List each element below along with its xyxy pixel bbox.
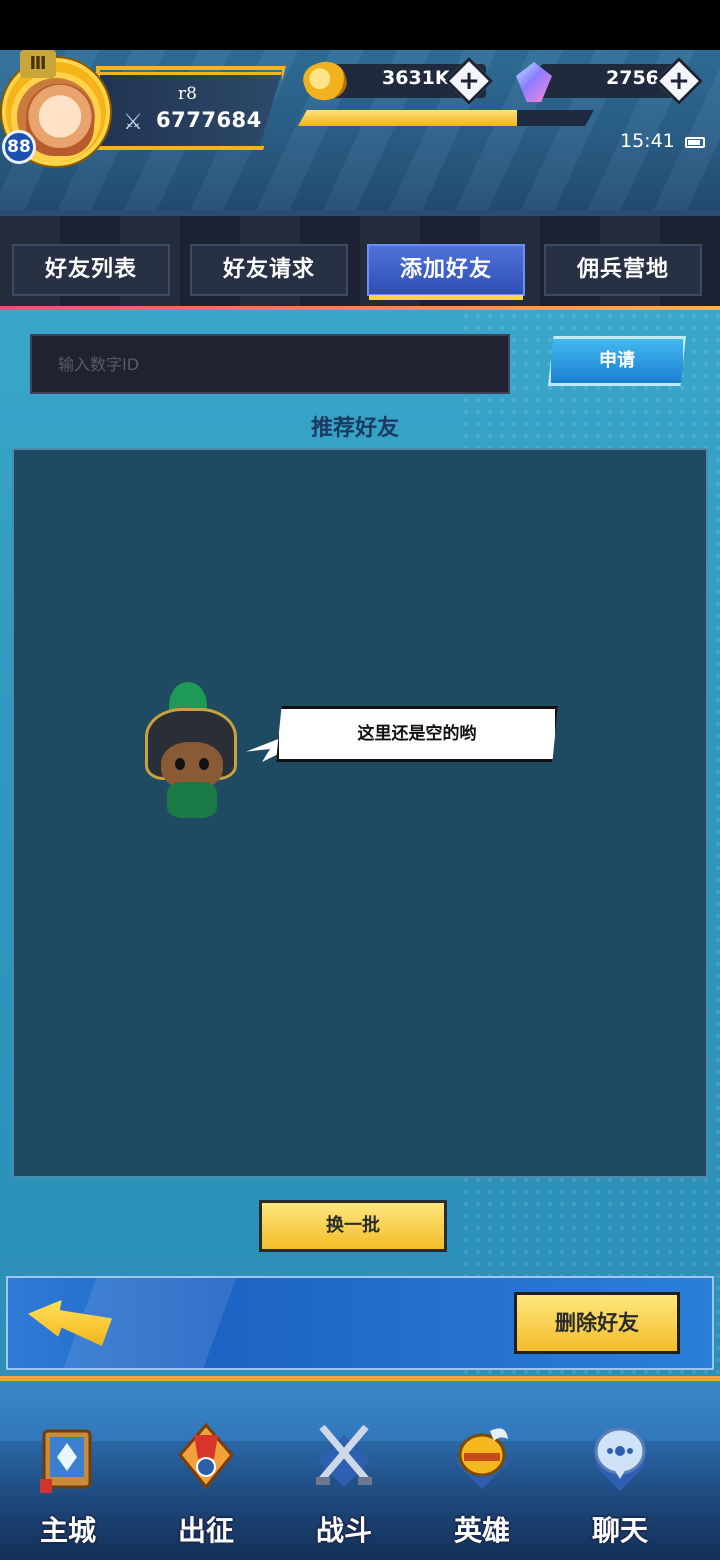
nav-label: 出征	[177, 1514, 234, 1547]
delete-friend-button[interactable]: 删除好友	[514, 1292, 680, 1354]
nav-expedition[interactable]: 出征	[146, 1411, 266, 1560]
crossed-swords-icon	[316, 1424, 372, 1487]
gold-value: 3631K	[382, 67, 450, 89]
hero-helmet-icon	[456, 1428, 508, 1489]
nav-battle[interactable]: 战斗	[284, 1411, 404, 1560]
cat-knight-mascot-icon	[139, 682, 243, 820]
nav-label: 战斗	[315, 1514, 372, 1547]
nav-chat[interactable]: 聊天	[560, 1411, 680, 1560]
gem-value: 2756	[606, 67, 659, 89]
back-button[interactable]	[28, 1292, 112, 1352]
friend-tabs: 好友列表 好友请求 添加好友 佣兵营地	[0, 210, 720, 310]
tab-mercenary-camp[interactable]: 佣兵营地	[544, 244, 702, 296]
nav-label: 聊天	[591, 1514, 648, 1547]
apply-button[interactable]: 申请	[548, 336, 686, 386]
add-friend-panel: 申请 推荐好友 这里还是空的哟 换一批 删除好友	[0, 310, 720, 1376]
ship-icon	[178, 1422, 234, 1490]
battery-icon	[685, 137, 705, 148]
friend-id-input[interactable]	[30, 334, 510, 394]
refresh-recommendations-button[interactable]: 换一批	[259, 1200, 447, 1252]
tab-add-friend[interactable]: 添加好友	[367, 244, 525, 300]
nav-label: 英雄	[453, 1514, 510, 1547]
player-name: r8	[178, 84, 197, 104]
back-arrow-icon	[28, 1300, 112, 1346]
action-strip: 删除好友	[6, 1276, 714, 1370]
bottom-navigation: 主城 出征 战斗 英雄 聊天	[0, 1376, 720, 1560]
experience-bar	[298, 110, 594, 126]
recommended-friends-list: 这里还是空的哟	[12, 448, 708, 1178]
combat-power-value: 6777684	[156, 108, 262, 132]
top-header: Ⅲ 88 r8 ⚔ 6777684 3631K + 2756 + 15:41	[0, 50, 720, 210]
rank-crown-icon: Ⅲ	[20, 50, 56, 78]
crossed-swords-icon: ⚔	[123, 110, 143, 135]
chat-icon	[594, 1427, 646, 1491]
nav-main-city[interactable]: 主城	[8, 1411, 128, 1560]
tab-friend-list[interactable]: 好友列表	[12, 244, 170, 296]
nav-label: 主城	[39, 1514, 96, 1547]
experience-fill	[298, 110, 518, 126]
player-level-badge: 88	[2, 130, 36, 164]
clock-time: 15:41	[620, 130, 675, 152]
castle-card-icon	[40, 1429, 92, 1493]
plus-icon: +	[458, 66, 480, 96]
avatar-portrait	[26, 84, 94, 156]
system-status-bar	[0, 0, 720, 50]
nav-heroes[interactable]: 英雄	[422, 1411, 542, 1560]
tab-friend-requests[interactable]: 好友请求	[190, 244, 348, 296]
empty-state-message: 这里还是空的哟	[276, 706, 558, 762]
recommended-friends-title: 推荐好友	[310, 416, 399, 441]
plus-icon: +	[668, 66, 690, 96]
